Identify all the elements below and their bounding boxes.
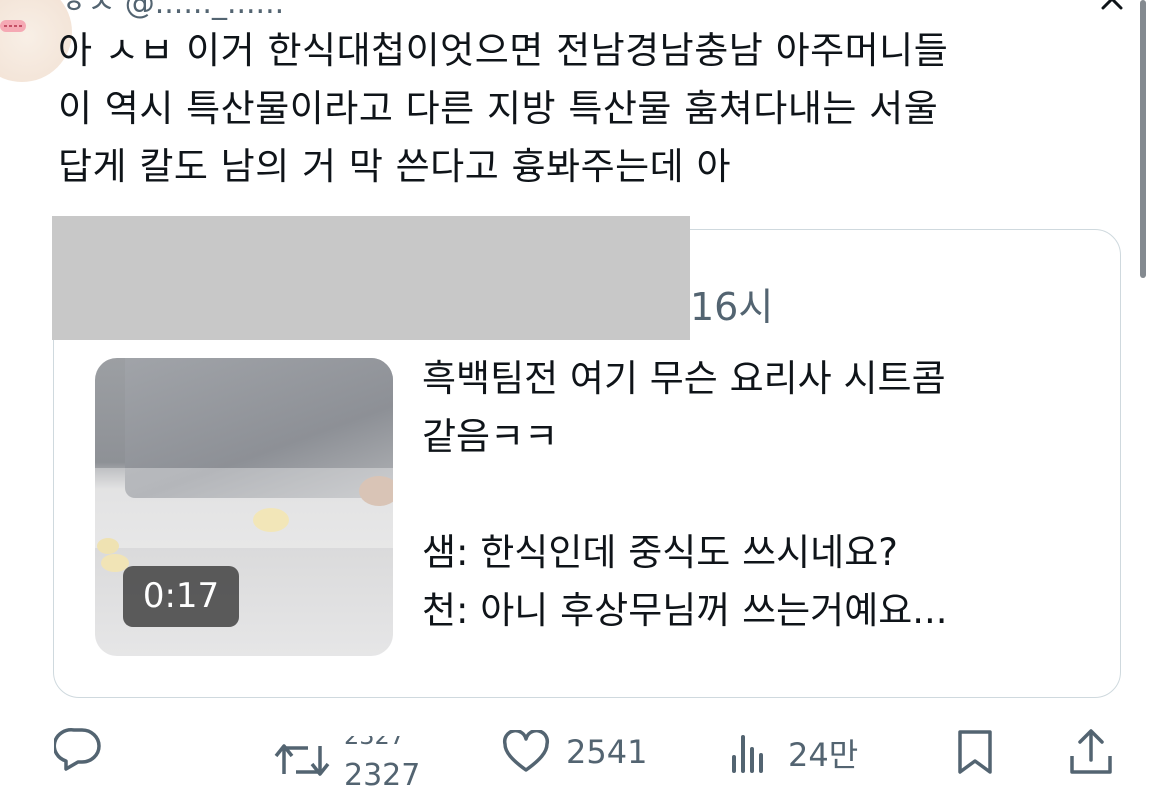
close-icon[interactable] <box>1097 0 1127 14</box>
redacted-author-block <box>52 216 690 340</box>
bookmark-icon <box>958 730 992 774</box>
share-button[interactable] <box>1068 726 1114 776</box>
like-button[interactable]: 2541 <box>502 730 647 774</box>
scrollbar[interactable] <box>1140 0 1146 278</box>
reply-button[interactable] <box>54 726 102 772</box>
retweet-count: 2327 <box>344 758 421 793</box>
tweet-line: 이 역시 특산물이라고 다른 지방 특산물 훔쳐다내는 서울 <box>58 87 939 130</box>
retweet-count-previous: 2327 <box>344 722 406 750</box>
tweet-line: 답게 칼도 남의 거 막 쓴다고 흉봐주는데 아 <box>58 145 732 188</box>
video-duration-badge: 0:17 <box>123 566 239 627</box>
retweet-count-animation: 2327 2327 <box>344 728 444 793</box>
avatar-cheek <box>0 20 26 32</box>
thumbnail-board <box>95 468 393 548</box>
retweet-button[interactable]: 2327 2327 <box>274 728 444 793</box>
retweet-icon <box>274 744 330 776</box>
like-count: 2541 <box>566 733 648 771</box>
views-button[interactable]: 24만 <box>730 730 858 776</box>
quote-text: 흑백팀전 여기 무슨 요리사 시트콤 같음ㅋㅋ 샘: 한식인데 중식도 쓰시네요… <box>422 357 948 632</box>
view-count: 24만 <box>788 736 859 774</box>
tweet-line: 아 ㅅㅂ 이거 한식대첩이엇으면 전남경남충남 아주머니들 <box>58 29 949 72</box>
reply-icon <box>54 728 101 771</box>
share-icon <box>1070 729 1112 774</box>
action-bar: 2327 2327 2541 24만 <box>0 720 1149 796</box>
thumbnail-garlic <box>253 508 289 532</box>
quote-timestamp: 16시 <box>690 285 774 329</box>
heart-icon <box>502 730 550 772</box>
thumbnail-garlic <box>97 538 119 554</box>
thumbnail-finger <box>359 476 393 506</box>
author-handle[interactable]: ㅎㅅ @......_...... <box>60 0 284 22</box>
tweet-text: 아 ㅅㅂ 이거 한식대첩이엇으면 전남경남충남 아주머니들 이 역시 특산물이라… <box>58 22 1118 196</box>
bookmark-button[interactable] <box>956 728 994 776</box>
views-icon <box>732 735 763 773</box>
